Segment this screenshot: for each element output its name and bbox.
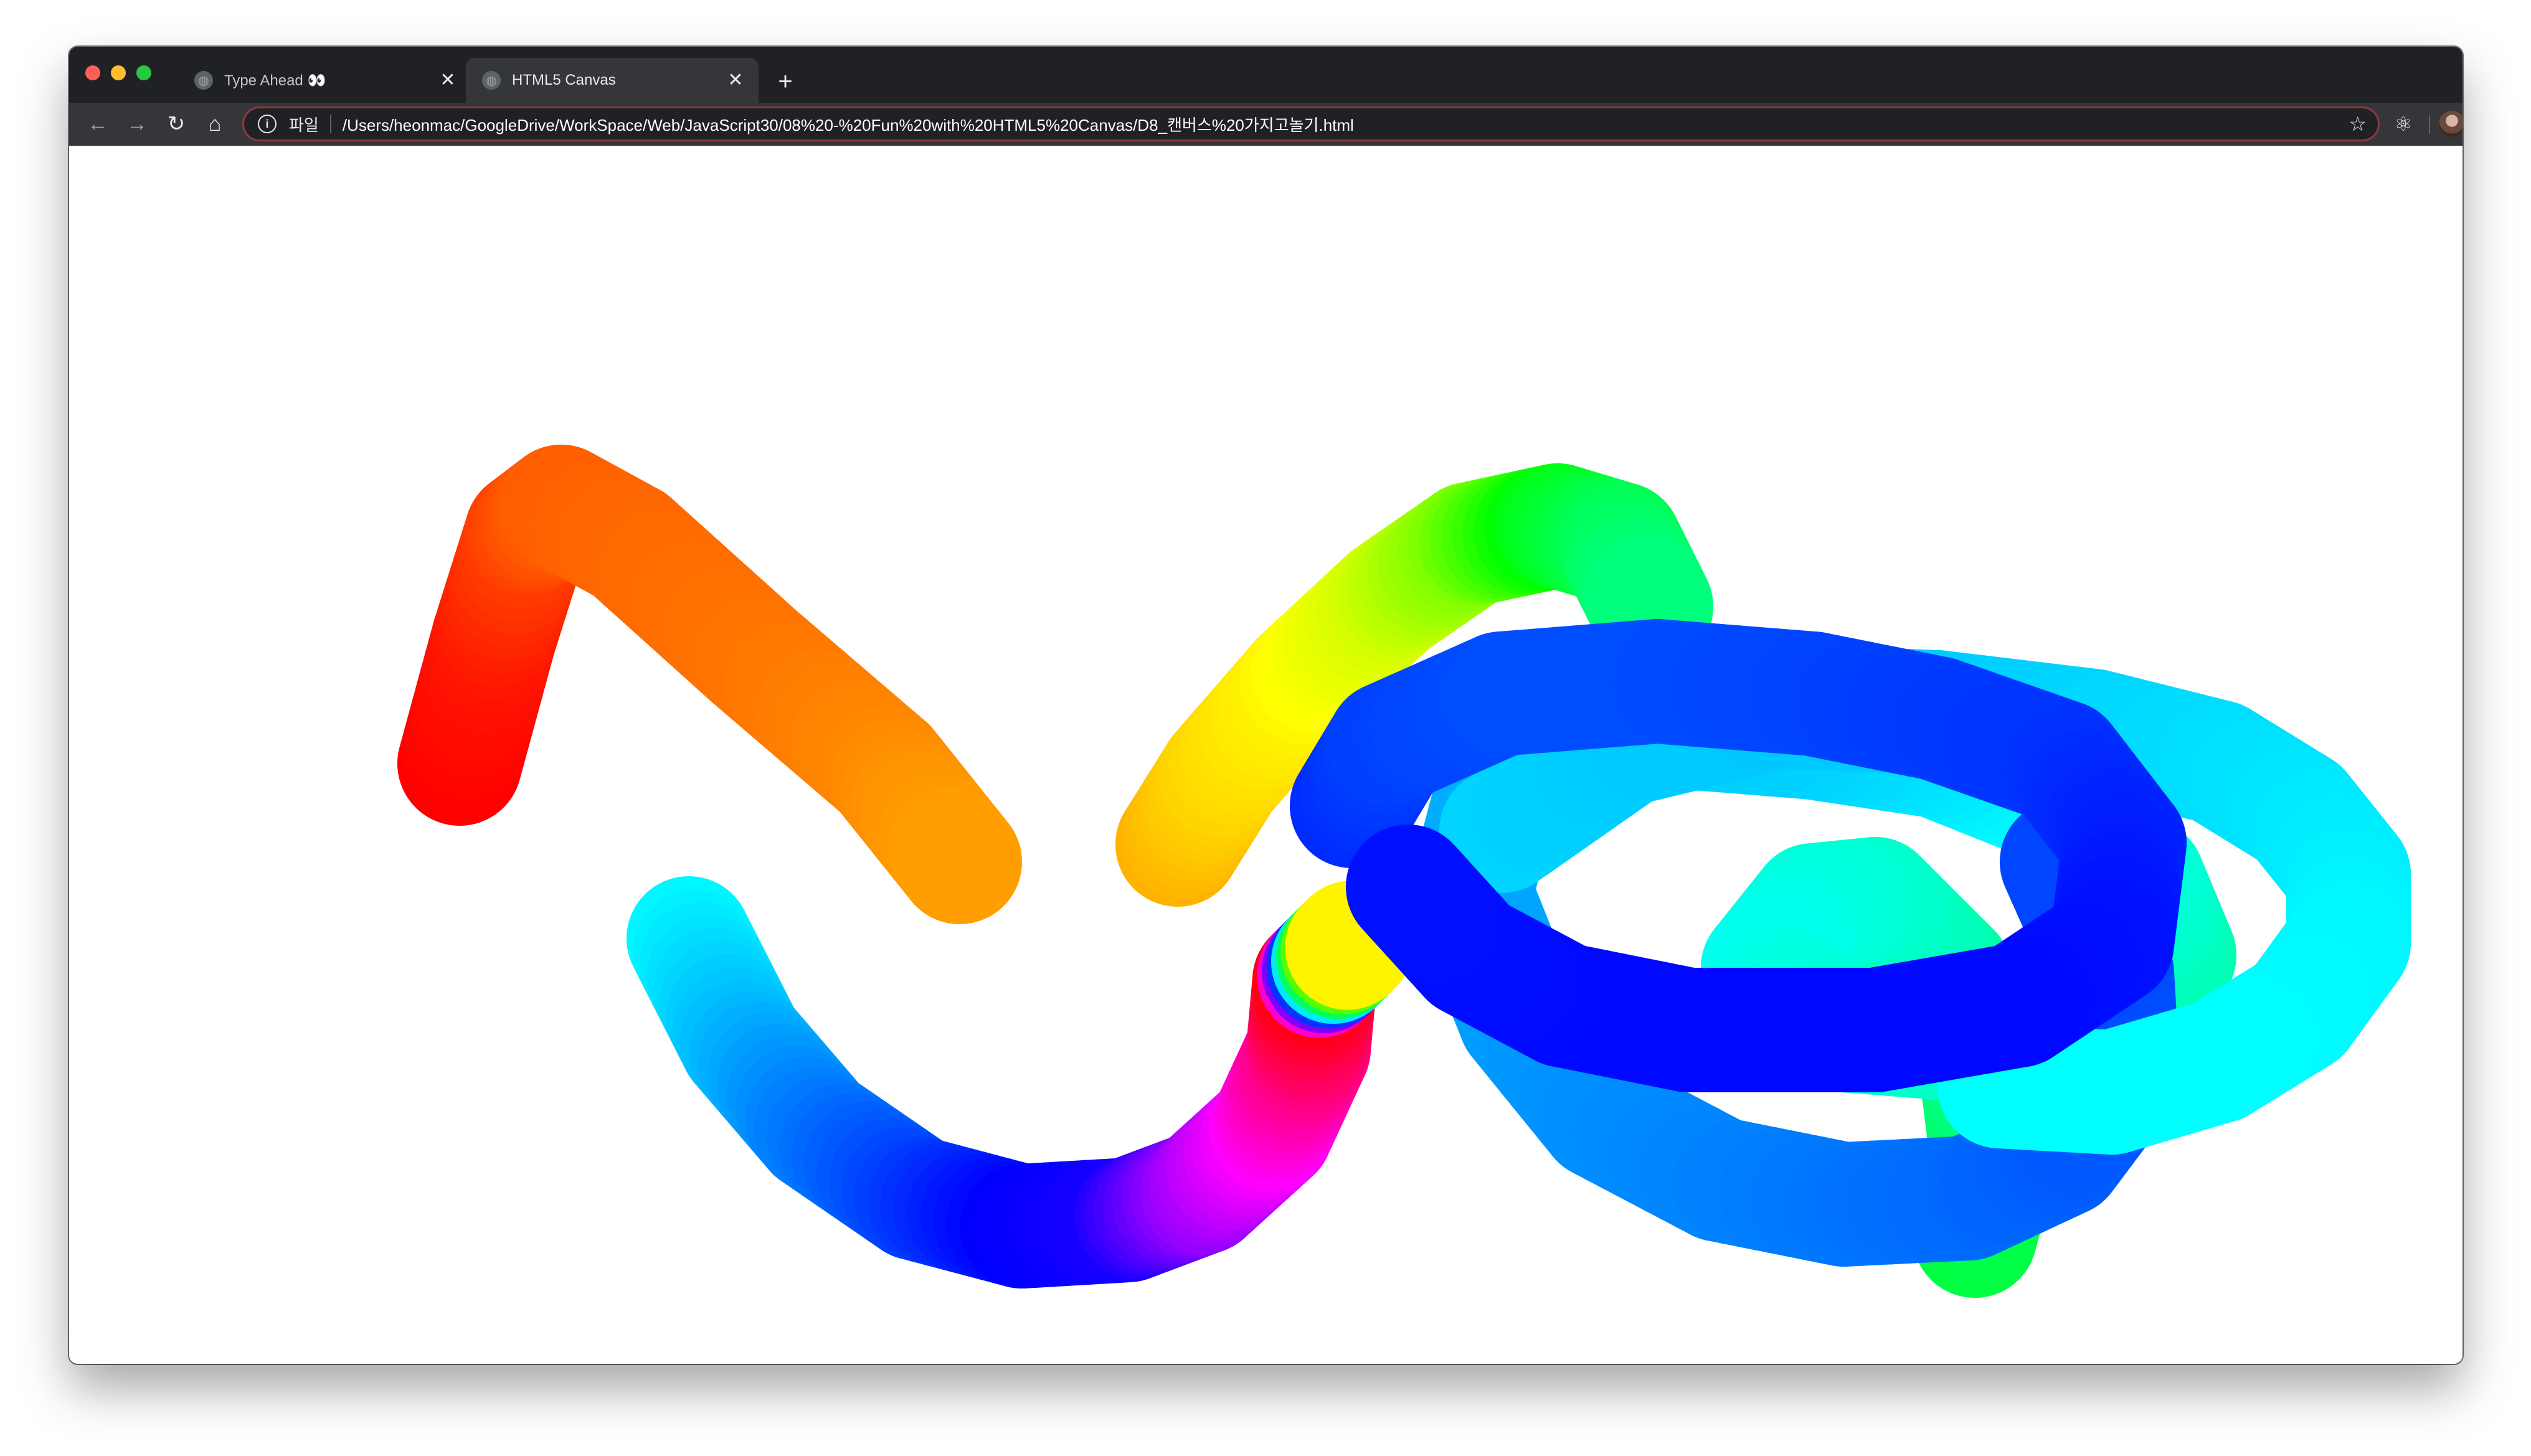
drawing-canvas[interactable] bbox=[69, 146, 2462, 1364]
stroke-segment bbox=[1584, 536, 1713, 669]
toolbar-divider bbox=[2429, 115, 2430, 134]
bookmark-star-icon[interactable]: ☆ bbox=[2349, 112, 2367, 136]
browser-window: ◍ Type Ahead 👀 ✕ ◍ HTML5 Canvas ✕ + ← → … bbox=[69, 47, 2462, 1364]
tab-html5-canvas[interactable]: ◍ HTML5 Canvas ✕ bbox=[466, 58, 759, 103]
site-info-icon[interactable]: i bbox=[258, 115, 277, 133]
maximize-window-button[interactable] bbox=[136, 65, 151, 80]
minimize-window-button[interactable] bbox=[111, 65, 126, 80]
react-extension-icon[interactable]: ⚛ bbox=[2391, 111, 2416, 136]
browser-toolbar: ← → ↻ ⌂ i 파일 /Users/heonmac/GoogleDrive/… bbox=[69, 103, 2462, 146]
page-viewport bbox=[69, 146, 2462, 1364]
forward-arrow-icon[interactable]: → bbox=[122, 109, 152, 139]
url-text[interactable]: /Users/heonmac/GoogleDrive/WorkSpace/Web… bbox=[343, 113, 2341, 136]
globe-icon: ◍ bbox=[482, 71, 501, 90]
brush-stroke bbox=[627, 876, 1414, 1288]
omnibox-divider bbox=[329, 115, 331, 133]
tab-title: HTML5 Canvas bbox=[512, 72, 616, 88]
url-scheme-label: 파일 bbox=[289, 115, 319, 135]
brush-stroke bbox=[397, 445, 1022, 924]
address-bar[interactable]: i 파일 /Users/heonmac/GoogleDrive/WorkSpac… bbox=[242, 106, 2380, 141]
back-arrow-icon[interactable]: ← bbox=[83, 109, 113, 139]
stroke-segment bbox=[1346, 825, 1478, 958]
tab-title: Type Ahead 👀 bbox=[224, 72, 326, 89]
globe-icon: ◍ bbox=[194, 71, 213, 90]
reload-icon[interactable]: ↻ bbox=[161, 109, 191, 139]
close-window-button[interactable] bbox=[85, 65, 100, 80]
tab-close-icon[interactable]: ✕ bbox=[725, 70, 746, 91]
stroke-segment bbox=[888, 788, 1022, 924]
stroke-segment bbox=[1937, 1024, 2076, 1150]
screenshot-stage: ◍ Type Ahead 👀 ✕ ◍ HTML5 Canvas ✕ + ← → … bbox=[0, 0, 2531, 1456]
tab-type-ahead[interactable]: ◍ Type Ahead 👀 ✕ bbox=[178, 58, 471, 103]
tab-strip: ◍ Type Ahead 👀 ✕ ◍ HTML5 Canvas ✕ + bbox=[69, 47, 2462, 103]
stroke-segment bbox=[1285, 881, 1414, 1010]
home-icon[interactable]: ⌂ bbox=[200, 109, 230, 139]
tab-close-icon[interactable]: ✕ bbox=[437, 70, 458, 91]
new-tab-button[interactable]: + bbox=[773, 69, 798, 94]
profile-avatar[interactable] bbox=[2439, 111, 2462, 137]
